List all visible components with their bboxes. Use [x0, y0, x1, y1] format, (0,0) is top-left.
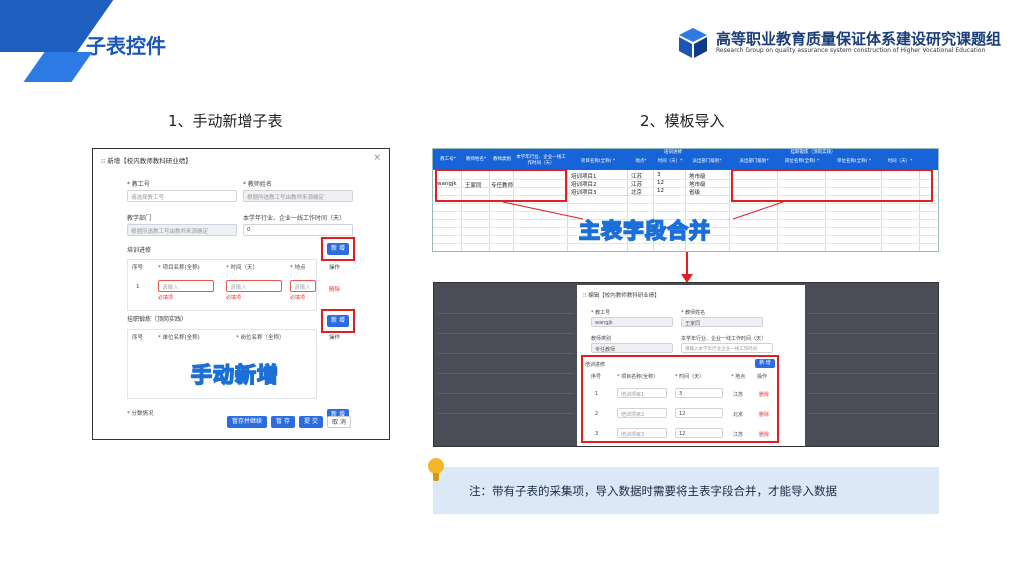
work-days-input[interactable]: 0 — [243, 224, 353, 236]
cancel-button[interactable]: 取 消 — [327, 416, 351, 428]
close-icon[interactable]: × — [373, 153, 381, 163]
sub1-place-input[interactable]: 请输入 — [290, 280, 316, 292]
sub1-col-place: * 地点 — [290, 265, 306, 271]
sub1-error-1: 必填项 — [158, 295, 174, 301]
section-import-label: 2、模板导入 — [640, 112, 725, 130]
sub1-add-highlight — [321, 237, 355, 261]
arrow-down-icon — [681, 252, 693, 283]
section-manual-label: 1、手动新增子表 — [168, 112, 283, 130]
edit-record-screenshot: ⁝⁝ 编辑【校内教师教科研业绩】 * 教工号 wangjk * 教师姓名 王家同… — [433, 282, 939, 447]
sub1-col-no: 序号 — [132, 265, 144, 271]
save-continue-button[interactable]: 暂存并继续 — [227, 416, 267, 428]
submit-button[interactable]: 提 交 — [299, 416, 323, 428]
sub1-days-input[interactable]: 请输入 — [226, 280, 282, 292]
staff-no-label: * 教工号 — [127, 181, 150, 188]
import-template-sheet: 培训进修 挂职锻炼（顶岗实践） 教工号* 教师姓名* 教师类别 本学年行业、企业… — [432, 148, 939, 252]
sub1-row-no: 1 — [136, 284, 140, 290]
sub2-op-header: 操作 — [329, 335, 341, 341]
sub1-title: 培训进修 — [127, 247, 152, 254]
manual-add-overlay: 手动新增 — [190, 362, 279, 388]
add-record-dialog: ⁝⁝ 新增【校内教师教科研业绩】 × * 教工号 请选择教工号 * 教师姓名 根… — [92, 148, 390, 440]
sub1-name-input[interactable]: 请输入 — [158, 280, 214, 292]
save-button[interactable]: 暂 存 — [271, 416, 295, 428]
logo-title: 高等职业教育质量保证体系建设研究课题组 — [716, 30, 1002, 48]
logo: 高等职业教育质量保证体系建设研究课题组 Research Group on qu… — [676, 26, 1001, 60]
lightbulb-icon — [428, 458, 444, 474]
logo-subtitle: Research Group on quality assurance syst… — [716, 47, 986, 54]
sub2-add-highlight — [321, 309, 355, 333]
slide: 子表控件 高等职业教育质量保证体系建设研究课题组 Research Group … — [0, 0, 1024, 576]
work-days-label: 本学年行业、企业一线工作时间（天） — [243, 215, 346, 222]
edit-subtable-highlight — [581, 355, 779, 443]
sub2-col-unit: * 单位名称(全称) — [158, 335, 200, 341]
dialog-title: ⁝⁝ 新增【校内教师教科研业绩】 — [101, 157, 192, 165]
corner-decoration-accent — [23, 52, 93, 82]
edit-dialog-title: ⁝⁝ 编辑【校内教师教科研业绩】 — [583, 293, 660, 299]
sub1-col-days: * 时间（天） — [226, 265, 258, 271]
teacher-name-input[interactable]: 根据所选教工号由教师来源确定 — [243, 190, 353, 202]
dept-select[interactable]: 根据所选教工号由教师来源确定 — [127, 224, 237, 236]
sub2-col-no: 序号 — [132, 335, 144, 341]
footer-label: * 分数情况 — [127, 411, 154, 417]
edit-hours-label: 本学年行业、企业一线工作时间（天） — [681, 336, 767, 342]
sub2-title: 挂职锻炼（顶岗实践） — [127, 316, 188, 323]
sub1-delete-link[interactable]: 删除 — [329, 285, 340, 293]
edit-name-label: * 教师姓名 — [681, 310, 706, 316]
note-box: 注：带有子表的采集项，导入数据时需要将主表字段合并，才能导入数据 — [433, 467, 939, 514]
sub1-error-3: 必填项 — [290, 295, 306, 301]
logo-cube-icon — [679, 28, 707, 58]
sub1-error-2: 必填项 — [226, 295, 242, 301]
teacher-name-label: * 教师姓名 — [243, 181, 272, 188]
sub1-op-header: 操作 — [329, 265, 341, 271]
edit-hours-input[interactable]: 请输入本学年行业企业一线工作时间 — [681, 343, 773, 353]
slide-title: 子表控件 — [86, 34, 166, 58]
edit-category-label: 教师类别 — [591, 336, 612, 342]
edit-name-input[interactable]: 王家同 — [681, 317, 763, 327]
dept-label: 教学部门 — [127, 215, 152, 222]
sub2-col-post: * 岗位名称（全称） — [236, 335, 285, 341]
note-text: 注：带有子表的采集项，导入数据时需要将主表字段合并，才能导入数据 — [469, 484, 837, 498]
lightbulb-base-icon — [433, 473, 439, 481]
sub1-col-name: * 项目名称(全称) — [158, 265, 200, 271]
edit-dialog: ⁝⁝ 编辑【校内教师教科研业绩】 * 教工号 wangjk * 教师姓名 王家同… — [577, 285, 805, 446]
merge-overlay: 主表字段合并 — [578, 218, 711, 244]
edit-staff-input[interactable]: wangjk — [591, 317, 673, 327]
edit-category-input[interactable]: 专任教师 — [591, 343, 673, 353]
staff-no-input[interactable]: 请选择教工号 — [127, 190, 237, 202]
sub1-table: 序号 * 项目名称(全称) * 时间（天） * 地点 1 请输入 请输入 请输入… — [127, 259, 317, 311]
edit-staff-label: * 教工号 — [591, 310, 611, 316]
